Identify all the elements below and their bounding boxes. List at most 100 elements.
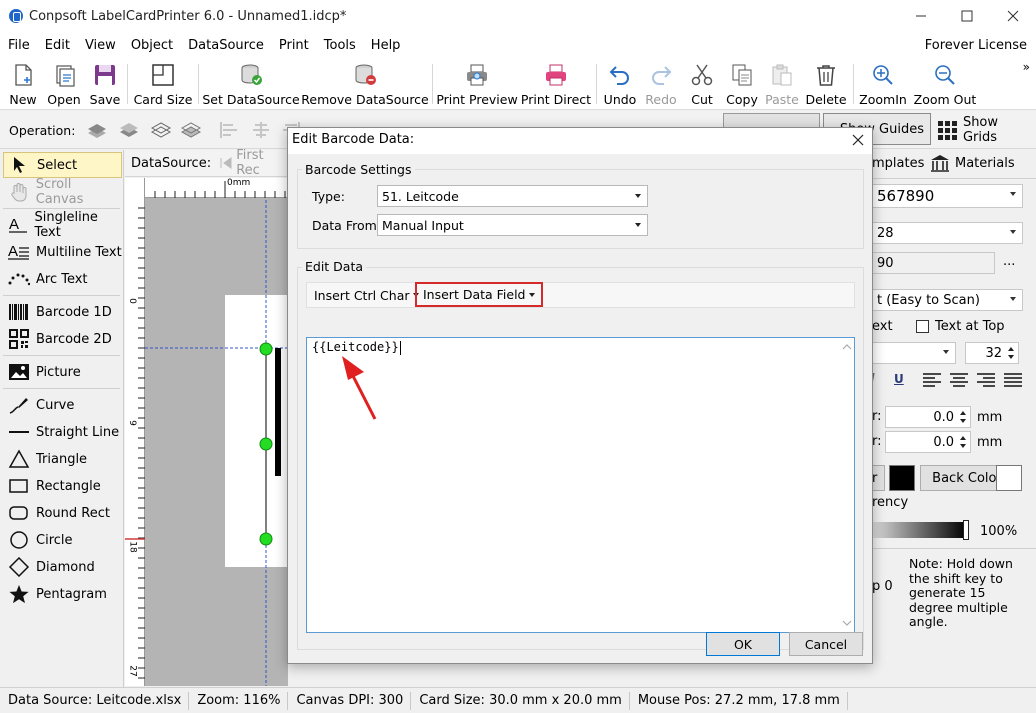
- save-button[interactable]: Save: [88, 60, 122, 108]
- barcode-1d-icon: [8, 302, 30, 322]
- menu-view[interactable]: View: [77, 38, 123, 53]
- line-icon: [8, 422, 30, 442]
- data-from-select[interactable]: Manual Input: [377, 214, 648, 236]
- app-logo-icon: [9, 9, 23, 23]
- tool-picture[interactable]: Picture: [3, 359, 122, 385]
- tool-curve[interactable]: Curve: [3, 392, 122, 418]
- offset-x-label: r:: [872, 409, 882, 424]
- picture-icon: [8, 362, 30, 382]
- text-at-top-checkbox[interactable]: [916, 320, 929, 333]
- font-size-spinner[interactable]: 32: [965, 342, 1019, 364]
- first-record-button[interactable]: First Rec: [236, 148, 288, 178]
- fore-color-swatch[interactable]: [889, 465, 915, 491]
- delete-button[interactable]: Delete: [805, 60, 847, 108]
- bring-forward-icon[interactable]: [150, 120, 172, 140]
- tool-barcode-1d[interactable]: Barcode 1D: [3, 299, 122, 325]
- close-window-button[interactable]: [990, 0, 1036, 32]
- new-button[interactable]: New: [5, 60, 41, 108]
- zoom-in-button[interactable]: ZoomIn: [858, 60, 908, 108]
- tool-barcode-2d[interactable]: Barcode 2D: [3, 326, 122, 352]
- font-name-combo[interactable]: [872, 342, 956, 364]
- dialog-close-button[interactable]: [852, 130, 864, 151]
- maximize-button[interactable]: [944, 0, 990, 32]
- toolbar-separator: [127, 64, 128, 104]
- insert-data-field-button[interactable]: Insert Data Field: [415, 282, 543, 307]
- align-right-text-icon[interactable]: [976, 372, 996, 388]
- transparency-slider-thumb[interactable]: [963, 520, 969, 540]
- card-size-button[interactable]: Card Size: [133, 60, 193, 108]
- tool-pentagram[interactable]: Pentagram: [3, 581, 122, 607]
- browse-button[interactable]: ...: [1003, 254, 1015, 269]
- offset-x-spinner[interactable]: 0.0: [885, 406, 971, 428]
- spinner-arrows-icon: [960, 436, 966, 448]
- menu-edit[interactable]: Edit: [37, 38, 77, 53]
- tool-straight-line[interactable]: Straight Line: [3, 419, 122, 445]
- align-left-icon[interactable]: [218, 120, 240, 140]
- remove-datasource-button[interactable]: Remove DataSource: [301, 60, 429, 108]
- fore-color-button[interactable]: r: [872, 465, 885, 491]
- first-record-icon[interactable]: [219, 156, 232, 170]
- tool-multiline-text[interactable]: A Multiline Text: [3, 239, 122, 265]
- tool-rectangle[interactable]: Rectangle: [3, 473, 122, 499]
- menu-tools[interactable]: Tools: [316, 38, 363, 53]
- tool-circle[interactable]: Circle: [3, 527, 122, 553]
- align-center-text-icon[interactable]: [949, 372, 969, 388]
- underline-button[interactable]: U: [894, 372, 904, 386]
- back-color-swatch[interactable]: [996, 465, 1022, 491]
- font-style-combo[interactable]: t (Easy to Scan): [872, 289, 1023, 311]
- tab-templates[interactable]: mplates: [872, 150, 924, 176]
- align-left-text-icon[interactable]: [922, 372, 942, 388]
- ok-button[interactable]: OK: [706, 632, 780, 656]
- insert-ctrl-char-button[interactable]: Insert Ctrl Char: [308, 283, 425, 307]
- zoom-out-button[interactable]: Zoom Out: [913, 60, 977, 108]
- tool-triangle[interactable]: Triangle: [3, 446, 122, 472]
- transparency-slider-track[interactable]: [872, 522, 967, 538]
- copy-button[interactable]: Copy: [724, 60, 760, 108]
- tool-singleline-text[interactable]: A Singleline Text: [3, 210, 122, 240]
- open-button[interactable]: Open: [44, 60, 84, 108]
- design-canvas[interactable]: 0mm 0 9 18 27: [125, 178, 288, 686]
- tab-materials[interactable]: Materials: [930, 150, 1015, 176]
- bring-to-front-icon[interactable]: [86, 120, 108, 140]
- barcode-value-combo[interactable]: 567890: [872, 184, 1023, 208]
- justify-text-icon[interactable]: [1003, 372, 1023, 388]
- tool-select[interactable]: Select: [3, 152, 122, 178]
- check-digit-field[interactable]: 90: [872, 252, 995, 274]
- print-preview-button[interactable]: Print Preview: [436, 60, 518, 108]
- barcode-type-select[interactable]: 51. Leitcode: [377, 185, 648, 207]
- set-datasource-button[interactable]: Set DataSource: [202, 60, 300, 108]
- menu-print[interactable]: Print: [271, 38, 316, 53]
- offset-y-spinner[interactable]: 0.0: [885, 431, 971, 453]
- minimize-button[interactable]: [898, 0, 944, 32]
- redo-label: Redo: [645, 92, 677, 107]
- save-label: Save: [89, 92, 121, 107]
- cut-button[interactable]: Cut: [686, 60, 718, 108]
- send-backward-icon[interactable]: [180, 120, 202, 140]
- tool-round-rect[interactable]: Round Rect: [3, 500, 122, 526]
- menu-help[interactable]: Help: [363, 38, 408, 53]
- tool-diamond[interactable]: Diamond: [3, 554, 122, 580]
- tool-barcode-1d-label: Barcode 1D: [36, 304, 112, 320]
- toolbar-overflow-button[interactable]: »: [1023, 60, 1030, 74]
- paste-button[interactable]: Paste: [764, 60, 800, 108]
- menu-file[interactable]: File: [0, 38, 37, 53]
- show-grids-toggle[interactable]: Show Grids: [937, 115, 1036, 145]
- redo-button[interactable]: Redo: [643, 60, 679, 108]
- menu-datasource[interactable]: DataSource: [180, 38, 271, 53]
- barcode-selection[interactable]: [125, 178, 288, 686]
- pointer-arrow-icon: [9, 155, 31, 175]
- textarea-scrollbar[interactable]: [840, 338, 854, 632]
- print-direct-button[interactable]: Print Direct: [521, 60, 591, 108]
- curve-pen-icon: [8, 395, 30, 415]
- new-label: New: [9, 92, 37, 107]
- operation-label: Operation:: [9, 123, 76, 138]
- send-to-back-icon[interactable]: [118, 120, 140, 140]
- barcode-size-combo[interactable]: 28: [872, 222, 1023, 244]
- cancel-button[interactable]: Cancel: [789, 632, 863, 656]
- tool-scroll-canvas[interactable]: Scroll Canvas: [3, 177, 122, 207]
- align-center-icon[interactable]: [250, 120, 272, 140]
- undo-button[interactable]: Undo: [602, 60, 638, 108]
- tool-diamond-label: Diamond: [36, 559, 95, 575]
- menu-object[interactable]: Object: [123, 38, 180, 53]
- tool-arc-text[interactable]: Arc Text: [3, 266, 122, 292]
